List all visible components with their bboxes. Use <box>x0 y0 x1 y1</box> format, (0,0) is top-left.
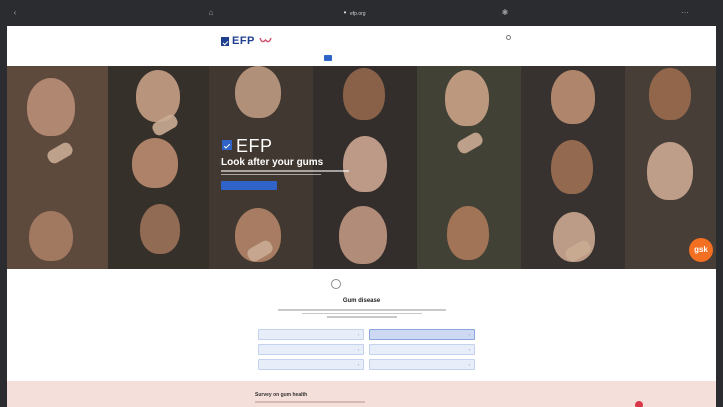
chevron-icon: › <box>468 332 470 337</box>
web-page: EFP EFP Look after your gums gsk Gum dis… <box>7 26 716 407</box>
nav-cta-button[interactable] <box>324 55 332 61</box>
main-nav <box>294 53 332 63</box>
home-icon[interactable]: ⌂ <box>206 8 216 18</box>
gum-logo-icon <box>259 37 272 43</box>
section-title: Gum disease <box>342 298 381 304</box>
survey-title: Survey on gum health <box>255 392 308 398</box>
back-icon[interactable]: ‹ <box>10 8 20 18</box>
hero-title: Look after your gums <box>221 157 324 168</box>
chevron-icon: › <box>357 332 359 337</box>
site-header: EFP <box>7 26 716 66</box>
chevron-icon: › <box>468 362 470 367</box>
topic-option[interactable]: › <box>258 329 364 340</box>
hero-cta-button[interactable] <box>221 181 277 190</box>
efp-logo-text[interactable]: EFP <box>232 35 255 47</box>
browser-toolbar: ‹ ⌂ • efp.org ✱ ⋯ <box>0 0 723 26</box>
chevron-icon: › <box>357 347 359 352</box>
hero-banner: EFP Look after your gums gsk <box>7 66 716 269</box>
lock-icon: • <box>343 8 347 17</box>
gum-disease-section: Gum disease › › › › › › <box>7 269 716 381</box>
gsk-logo: gsk <box>689 238 713 262</box>
chevron-icon: › <box>357 362 359 367</box>
section-description <box>277 309 447 320</box>
chevron-icon: › <box>468 347 470 352</box>
topic-option[interactable]: › <box>369 344 475 355</box>
efp-logo-icon[interactable] <box>221 37 229 46</box>
topic-option[interactable]: › <box>258 344 364 355</box>
survey-description <box>255 401 365 403</box>
hero-overlay <box>7 66 716 269</box>
topic-option-selected[interactable]: › <box>369 329 475 340</box>
hero-description <box>221 170 351 178</box>
menu-icon[interactable]: ⋯ <box>680 8 690 18</box>
survey-graphic <box>635 401 643 407</box>
extension-icon[interactable]: ✱ <box>500 8 510 18</box>
scrollbar[interactable] <box>716 26 723 407</box>
address-bar[interactable]: efp.org <box>350 11 380 17</box>
topic-option[interactable]: › <box>258 359 364 370</box>
survey-section: Survey on gum health <box>7 381 716 407</box>
topic-option[interactable]: › <box>369 359 475 370</box>
efp-logo-icon <box>222 140 232 150</box>
hero-logo-text: EFP <box>236 136 273 156</box>
tooth-icon <box>331 279 341 289</box>
top-links <box>431 36 443 40</box>
search-icon[interactable] <box>506 35 511 40</box>
